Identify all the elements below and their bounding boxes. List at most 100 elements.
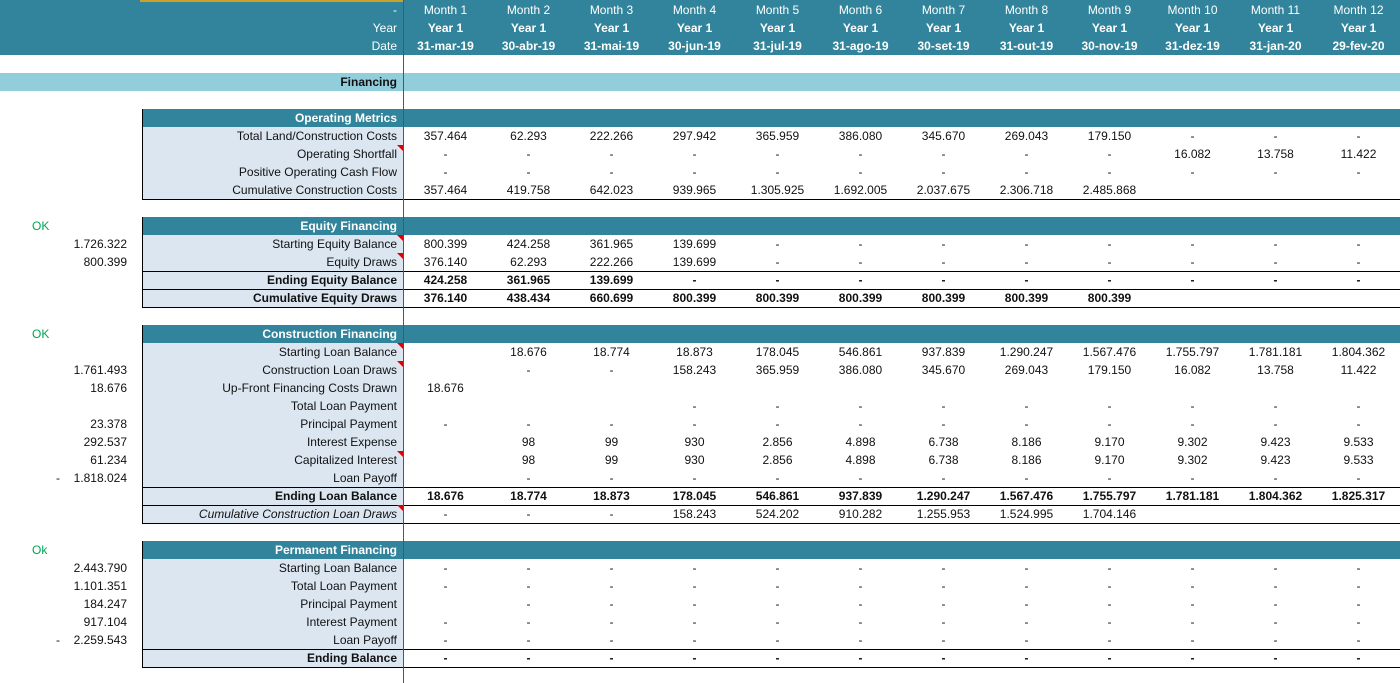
value-cell[interactable]: -	[653, 595, 736, 613]
value-cell[interactable]: 1.804.362	[1234, 487, 1317, 505]
row-label[interactable]: Cumulative Construction Costs	[142, 181, 397, 199]
row-label[interactable]: Interest Payment	[142, 613, 397, 631]
value-cell[interactable]: 98	[487, 451, 570, 469]
header-year-cell[interactable]: Year 1	[653, 19, 736, 37]
value-cell[interactable]: 9.423	[1234, 433, 1317, 451]
value-cell[interactable]: -	[487, 145, 570, 163]
permanent-financing-title[interactable]: Permanent Financing	[142, 541, 397, 559]
value-cell[interactable]	[487, 397, 570, 415]
header-year-cell[interactable]: Year 1	[902, 19, 985, 37]
value-cell[interactable]: 2.856	[736, 451, 819, 469]
row-total-cell[interactable]: 2.259.543	[40, 631, 127, 649]
value-cell[interactable]: -	[1317, 613, 1400, 631]
header-month-cell[interactable]: Month 6	[819, 1, 902, 19]
value-cell[interactable]: -	[819, 631, 902, 649]
value-cell[interactable]: -	[1151, 163, 1234, 181]
value-cell[interactable]	[1234, 379, 1317, 397]
value-cell[interactable]: -	[985, 415, 1068, 433]
value-cell[interactable]: -	[736, 415, 819, 433]
value-cell[interactable]: 1.704.146	[1068, 505, 1151, 523]
header-date-cell[interactable]: 31-mai-19	[570, 37, 653, 55]
operating-metrics-title[interactable]: Operating Metrics	[142, 109, 397, 127]
value-cell[interactable]: -	[1234, 649, 1317, 667]
value-cell[interactable]: 1.781.181	[1151, 487, 1234, 505]
row-label[interactable]: Starting Equity Balance	[142, 235, 397, 253]
value-cell[interactable]: -	[1151, 613, 1234, 631]
value-cell[interactable]	[487, 379, 570, 397]
value-cell[interactable]: 386.080	[819, 361, 902, 379]
value-cell[interactable]: -	[653, 163, 736, 181]
row-label[interactable]: Capitalized Interest	[142, 451, 397, 469]
value-cell[interactable]: 9.302	[1151, 433, 1234, 451]
value-cell[interactable]: 419.758	[487, 181, 570, 199]
value-cell[interactable]: 18.676	[487, 343, 570, 361]
value-cell[interactable]: 297.942	[653, 127, 736, 145]
value-cell[interactable]: -	[570, 595, 653, 613]
value-cell[interactable]: 139.699	[570, 271, 653, 289]
row-label[interactable]: Up-Front Financing Costs Drawn	[142, 379, 397, 397]
value-cell[interactable]: 2.856	[736, 433, 819, 451]
value-cell[interactable]: 18.676	[404, 487, 487, 505]
value-cell[interactable]	[1234, 181, 1317, 199]
value-cell[interactable]: -	[1068, 469, 1151, 487]
value-cell[interactable]	[570, 379, 653, 397]
header-month-cell[interactable]: Month 10	[1151, 1, 1234, 19]
value-cell[interactable]: -	[1068, 271, 1151, 289]
value-cell[interactable]: 1.755.797	[1068, 487, 1151, 505]
header-year-cell[interactable]: Year 1	[819, 19, 902, 37]
value-cell[interactable]: 4.898	[819, 433, 902, 451]
header-date-cell[interactable]: 29-fev-20	[1317, 37, 1400, 55]
value-cell[interactable]	[404, 433, 487, 451]
value-cell[interactable]: 139.699	[653, 253, 736, 271]
value-cell[interactable]: -	[1234, 469, 1317, 487]
value-cell[interactable]: -	[1151, 235, 1234, 253]
value-cell[interactable]: -	[1234, 613, 1317, 631]
header-date-cell[interactable]: 31-ago-19	[819, 37, 902, 55]
value-cell[interactable]: -	[1234, 559, 1317, 577]
value-cell[interactable]: -	[902, 649, 985, 667]
value-cell[interactable]: -	[1068, 253, 1151, 271]
value-cell[interactable]: 4.898	[819, 451, 902, 469]
value-cell[interactable]: -	[736, 649, 819, 667]
value-cell[interactable]: -	[1234, 271, 1317, 289]
header-date-cell[interactable]: 31-dez-19	[1151, 37, 1234, 55]
value-cell[interactable]: -	[1317, 235, 1400, 253]
value-cell[interactable]: -	[819, 163, 902, 181]
value-cell[interactable]: -	[1317, 577, 1400, 595]
header-year-cell[interactable]: Year 1	[1317, 19, 1400, 37]
header-month-cell[interactable]: Month 2	[487, 1, 570, 19]
value-cell[interactable]: 139.699	[653, 235, 736, 253]
header-date-cell[interactable]: 30-set-19	[902, 37, 985, 55]
header-month-cell[interactable]: Month 5	[736, 1, 819, 19]
value-cell[interactable]: -	[487, 595, 570, 613]
value-cell[interactable]: -	[985, 577, 1068, 595]
value-cell[interactable]: 6.738	[902, 433, 985, 451]
value-cell[interactable]: -	[902, 469, 985, 487]
header-month-cell[interactable]: Month 1	[404, 1, 487, 19]
value-cell[interactable]: -	[736, 271, 819, 289]
header-date-cell[interactable]: 31-jul-19	[736, 37, 819, 55]
value-cell[interactable]: -	[1068, 613, 1151, 631]
header-month-cell[interactable]: Month 11	[1234, 1, 1317, 19]
value-cell[interactable]: -	[1234, 127, 1317, 145]
value-cell[interactable]: 1.290.247	[902, 487, 985, 505]
value-cell[interactable]: 18.774	[570, 343, 653, 361]
row-label[interactable]: Ending Loan Balance	[142, 487, 397, 505]
value-cell[interactable]: 365.959	[736, 127, 819, 145]
value-cell[interactable]: -	[1317, 595, 1400, 613]
row-label[interactable]: Total Land/Construction Costs	[142, 127, 397, 145]
value-cell[interactable]: -	[1317, 271, 1400, 289]
header-year-cell[interactable]: Year 1	[736, 19, 819, 37]
value-cell[interactable]: -	[1151, 397, 1234, 415]
check-status[interactable]: OK	[32, 217, 49, 235]
value-cell[interactable]: -	[902, 145, 985, 163]
value-cell[interactable]: -	[985, 613, 1068, 631]
value-cell[interactable]: -	[653, 397, 736, 415]
value-cell[interactable]: -	[985, 397, 1068, 415]
value-cell[interactable]	[1151, 379, 1234, 397]
row-label[interactable]: Principal Payment	[142, 415, 397, 433]
value-cell[interactable]: -	[1068, 595, 1151, 613]
value-cell[interactable]: 8.186	[985, 433, 1068, 451]
value-cell[interactable]: -	[902, 253, 985, 271]
value-cell[interactable]: -	[570, 415, 653, 433]
